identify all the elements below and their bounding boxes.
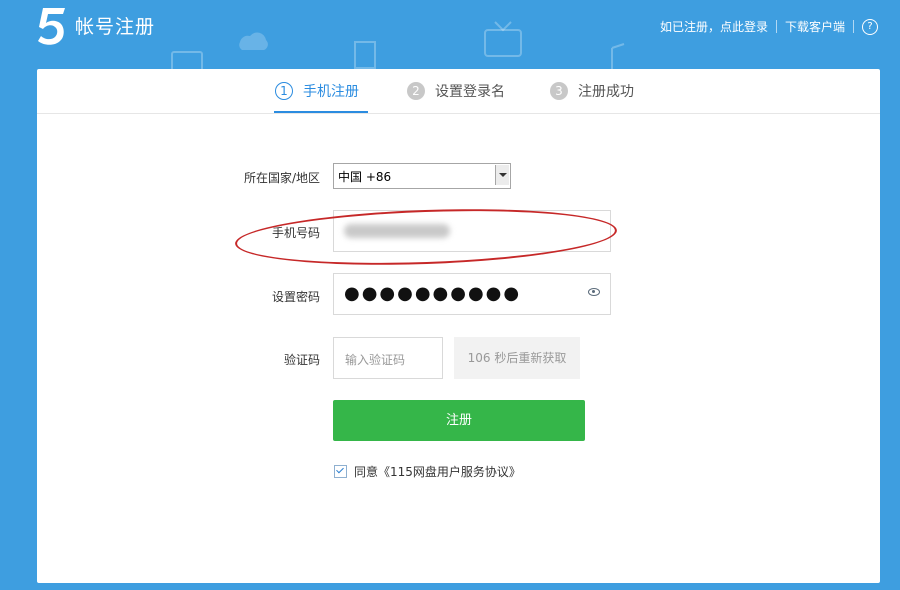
step-number: 3 xyxy=(550,82,568,100)
divider xyxy=(775,20,777,33)
step-set-login-name: 2 设置登录名 xyxy=(407,81,505,101)
divider xyxy=(853,20,854,33)
code-placeholder: 输入验证码 xyxy=(345,353,406,367)
top-bar: 帐号注册 如已注册，点此登录 下载客户端 ? xyxy=(0,0,900,60)
step-register-success: 3 注册成功 xyxy=(550,81,634,101)
login-link[interactable]: 如已注册，点此登录 xyxy=(660,18,768,35)
register-button[interactable]: 注册 xyxy=(333,400,585,441)
help-icon[interactable]: ? xyxy=(862,18,878,35)
step-tabs: 1 手机注册 2 设置登录名 3 注册成功 xyxy=(37,69,880,114)
country-value: 中国 +86 xyxy=(338,170,392,184)
password-input[interactable]: ●●●●●●●●●● xyxy=(333,273,611,315)
resend-code-button[interactable]: 106 秒后重新获取 xyxy=(454,337,580,379)
agreement-row: 同意《115网盘用户服务协议》 xyxy=(334,463,521,480)
chevron-down-icon[interactable] xyxy=(495,165,509,185)
red-annotation-ellipse xyxy=(234,203,618,271)
country-select[interactable]: 中国 +86 xyxy=(333,163,511,189)
password-label: 设置密码 xyxy=(271,290,320,304)
agreement-link[interactable]: 同意《115网盘用户服务协议》 xyxy=(354,463,521,480)
step-label: 设置登录名 xyxy=(435,84,505,100)
page-title: 帐号注册 xyxy=(75,16,156,38)
country-label: 所在国家/地区 xyxy=(243,171,320,185)
step-number: 2 xyxy=(407,82,425,100)
logo-5-icon xyxy=(38,8,65,45)
step-phone-register: 1 手机注册 xyxy=(275,81,359,101)
active-step-underline xyxy=(274,111,368,113)
eye-icon[interactable] xyxy=(588,288,600,296)
top-links: 如已注册，点此登录 下载客户端 ? xyxy=(660,18,878,35)
download-client-link[interactable]: 下载客户端 xyxy=(785,18,845,35)
code-label: 验证码 xyxy=(283,353,320,367)
register-card: 1 手机注册 2 设置登录名 3 注册成功 所在国家/地区 中国 +86 手机号… xyxy=(37,69,880,583)
code-input[interactable]: 输入验证码 xyxy=(333,337,443,379)
step-label: 注册成功 xyxy=(578,84,634,100)
agree-checkbox[interactable] xyxy=(334,465,347,478)
step-label: 手机注册 xyxy=(303,84,359,100)
step-number: 1 xyxy=(275,82,293,100)
password-value: ●●●●●●●●●● xyxy=(344,283,522,304)
